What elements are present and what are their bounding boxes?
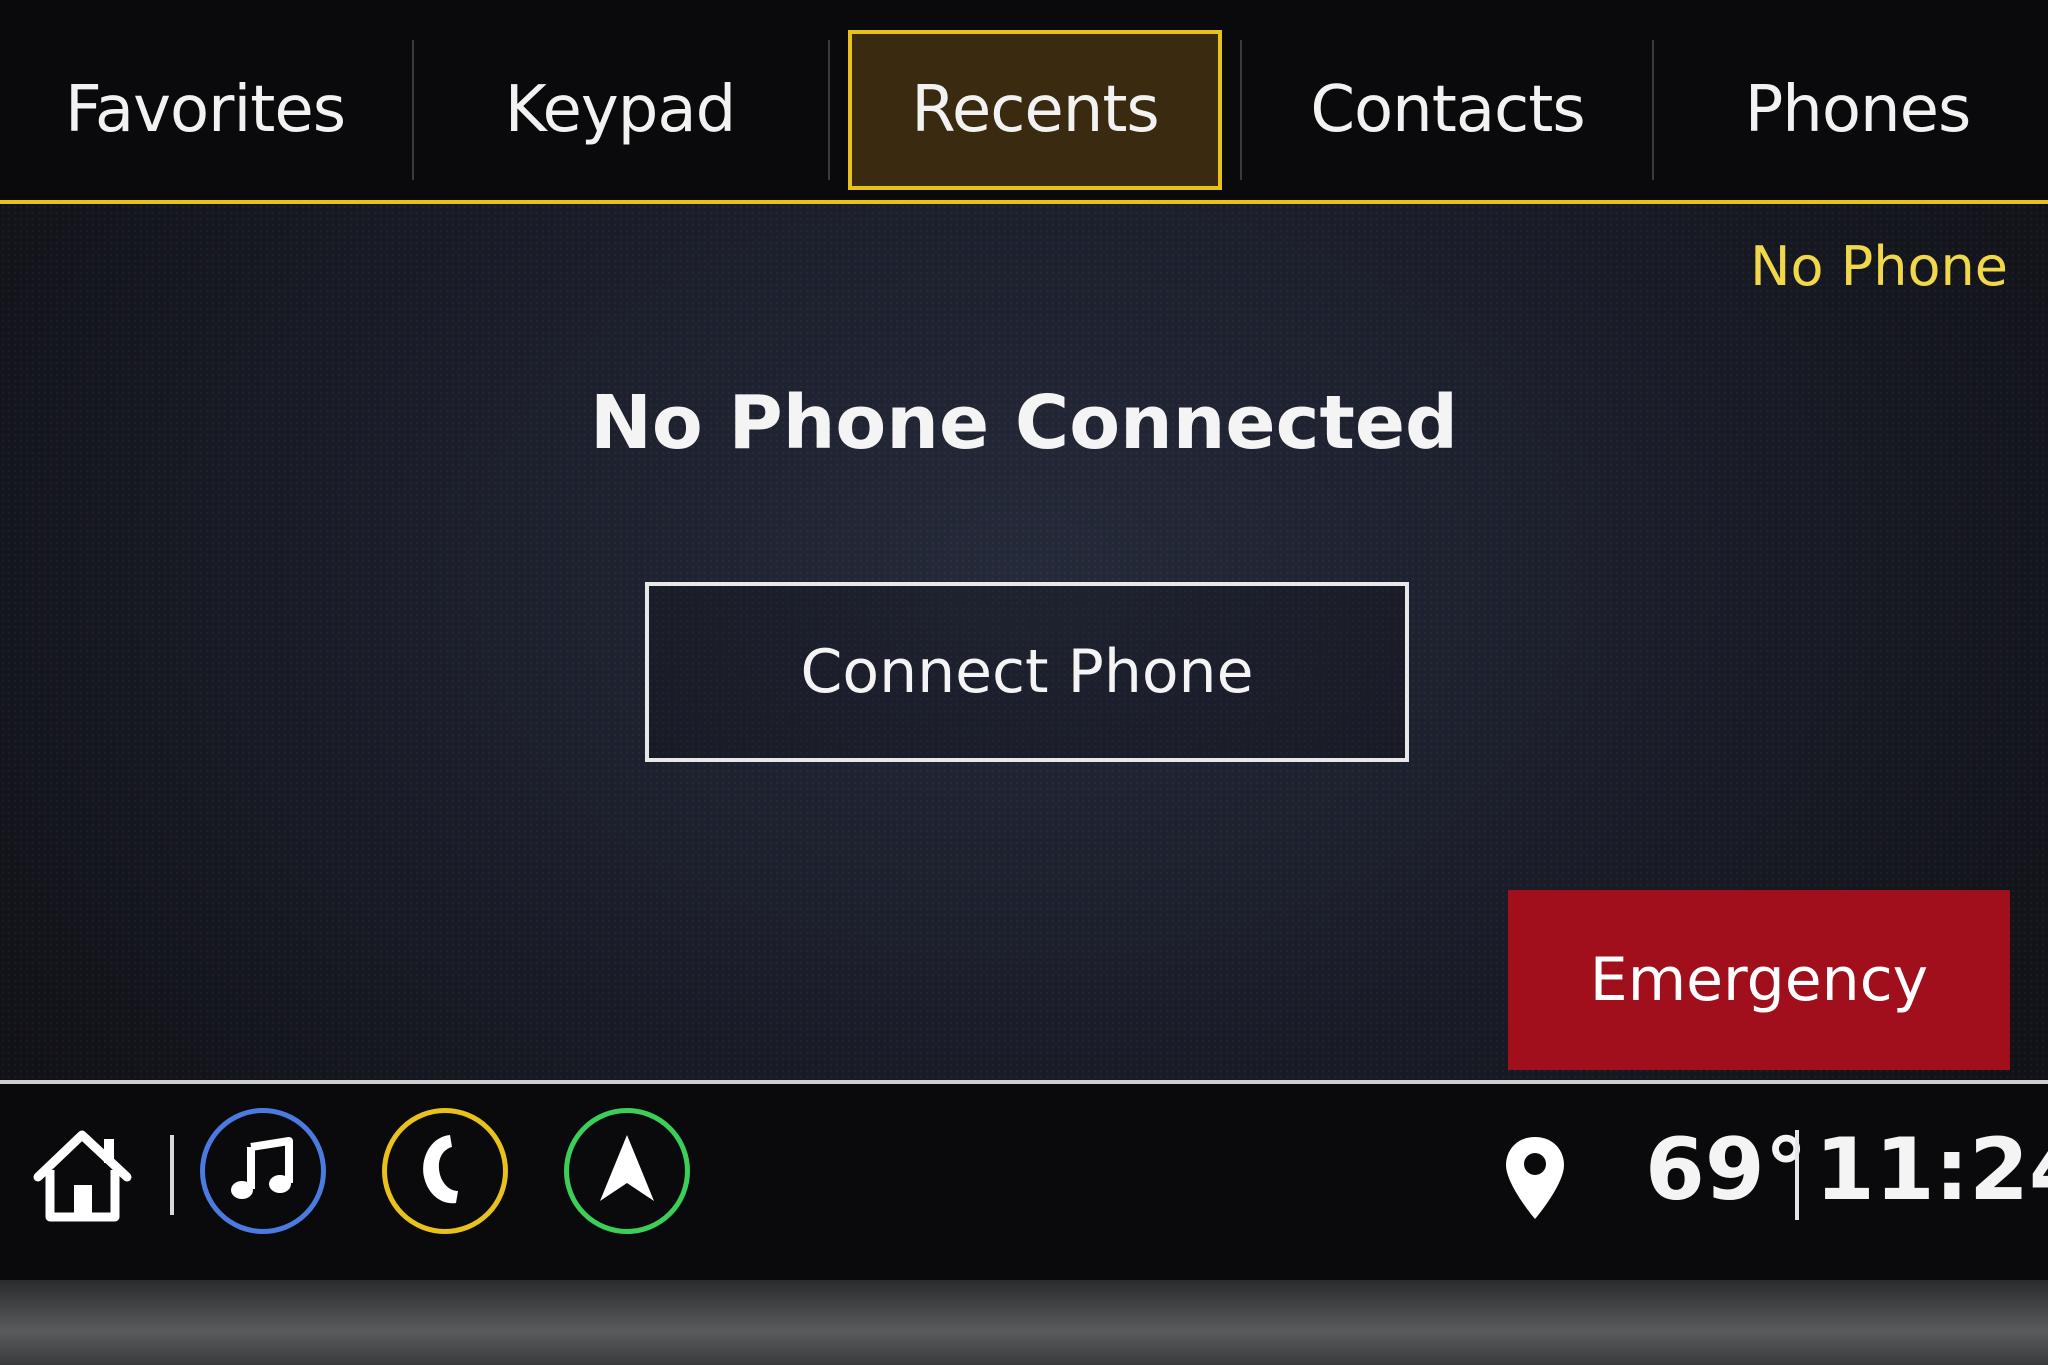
infotainment-screen: Favorites Keypad Recents Contacts Phones… [0, 0, 2048, 1280]
emergency-label: Emergency [1589, 945, 1929, 1015]
tab-phones[interactable]: Phones [1680, 30, 2035, 190]
phone-icon [410, 1129, 480, 1213]
emergency-button[interactable]: Emergency [1508, 890, 2010, 1070]
connect-phone-button[interactable]: Connect Phone [645, 582, 1409, 762]
tab-divider [412, 40, 414, 180]
phone-button[interactable] [382, 1108, 508, 1234]
navigation-button[interactable] [564, 1108, 690, 1234]
phone-status-label: No Phone [1750, 235, 2008, 298]
tab-favorites[interactable]: Favorites [40, 30, 370, 190]
tab-bar: Favorites Keypad Recents Contacts Phones [0, 0, 2048, 204]
navigation-icon [592, 1129, 662, 1213]
music-button[interactable] [200, 1108, 326, 1234]
tab-keypad[interactable]: Keypad [450, 30, 790, 190]
tab-divider [828, 40, 830, 180]
bottom-divider [170, 1135, 174, 1215]
clock: 11:24 [1815, 1120, 2048, 1220]
music-icon [227, 1133, 299, 1209]
screen-bezel [0, 1280, 2048, 1365]
tab-divider [1652, 40, 1654, 180]
clock-divider [1795, 1130, 1799, 1220]
connect-phone-label: Connect Phone [800, 637, 1254, 707]
tab-contacts[interactable]: Contacts [1270, 30, 1625, 190]
tab-divider [1240, 40, 1242, 180]
home-icon[interactable] [30, 1125, 135, 1225]
temperature-readout: 69° [1645, 1120, 1808, 1220]
location-pin-icon [1500, 1133, 1570, 1223]
tab-recents[interactable]: Recents [848, 30, 1222, 190]
page-title: No Phone Connected [589, 380, 1459, 466]
